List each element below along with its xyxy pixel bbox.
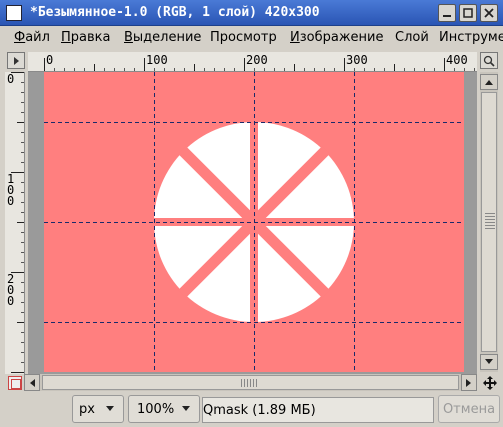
quick-mask-toggle[interactable]: [8, 376, 22, 390]
vertical-ruler[interactable]: 0 100 200: [5, 72, 25, 374]
unit-value: px: [79, 402, 95, 417]
horizontal-ruler[interactable]: 0 100 200 300 400: [28, 52, 477, 72]
unit-select[interactable]: px: [72, 395, 124, 423]
window-title: *Безымянное-1.0 (RGB, 1 слой) 420x300: [30, 5, 320, 20]
menu-layer[interactable]: Слой: [395, 30, 429, 45]
scroll-down-button[interactable]: [480, 354, 498, 370]
image-canvas[interactable]: [44, 72, 464, 372]
menu-select[interactable]: Выделение: [124, 30, 201, 45]
canvas-area[interactable]: [28, 72, 477, 374]
vertical-scrollbar[interactable]: [480, 72, 498, 372]
menu-edit[interactable]: Правка: [61, 30, 110, 45]
ruler-label-400: 400: [446, 53, 468, 67]
scroll-left-button[interactable]: [24, 374, 40, 391]
ruler-label-0: 0: [46, 53, 54, 67]
navigate-button[interactable]: [481, 374, 499, 391]
ruler-ticks-vertical: [11, 72, 24, 373]
chevron-down-icon: [106, 406, 114, 411]
status-bar: px 100% Qmask (1.89 МБ) Отмена: [0, 391, 503, 427]
arrow-right-icon: [466, 378, 471, 387]
navigate-cross-icon: [483, 375, 497, 390]
image-menu-button[interactable]: [7, 52, 25, 69]
status-message: Qmask (1.89 МБ): [202, 397, 434, 423]
menu-bar: Файл Правка Выделение Просмотр Изображен…: [0, 26, 503, 49]
ruler-label-v100: 100: [7, 172, 15, 208]
menu-file[interactable]: Файл: [14, 30, 50, 45]
zoom-value: 100%: [137, 402, 175, 417]
ruler-label-300: 300: [346, 53, 368, 67]
title-bar[interactable]: *Безымянное-1.0 (RGB, 1 слой) 420x300: [0, 0, 503, 26]
arrow-up-icon: [485, 80, 493, 85]
arrow-left-icon: [30, 378, 35, 387]
chevron-down-icon: [182, 406, 190, 411]
menu-image[interactable]: Изображение: [290, 30, 384, 45]
minimize-button[interactable]: [438, 4, 456, 22]
vertical-scroll-thumb[interactable]: [481, 92, 497, 352]
minimize-icon: [443, 15, 451, 17]
ruler-label-v0: 0: [7, 72, 15, 86]
cancel-button[interactable]: Отмена: [438, 395, 500, 423]
grip-icon: [485, 213, 495, 231]
ruler-label-200: 200: [246, 53, 268, 67]
menu-view[interactable]: Просмотр: [210, 30, 277, 45]
ruler-label-v200: 200: [7, 272, 15, 308]
triangle-right-icon: [14, 56, 19, 65]
scroll-right-button[interactable]: [461, 374, 477, 391]
horizontal-scrollbar[interactable]: [24, 374, 477, 391]
menu-tools[interactable]: Инструме: [439, 30, 503, 45]
grip-icon: [241, 379, 259, 387]
zoom-icon: [483, 55, 495, 67]
maximize-icon: [463, 8, 473, 18]
maximize-button[interactable]: [459, 4, 477, 22]
ruler-label-100: 100: [146, 53, 168, 67]
scroll-up-button[interactable]: [480, 74, 498, 90]
zoom-fit-button[interactable]: [480, 52, 498, 69]
horizontal-scroll-thumb[interactable]: [42, 375, 459, 390]
close-icon: [484, 8, 494, 18]
zoom-select[interactable]: 100%: [128, 395, 200, 423]
close-button[interactable]: [480, 4, 498, 22]
app-icon[interactable]: [6, 5, 22, 21]
arrow-down-icon: [485, 359, 493, 364]
